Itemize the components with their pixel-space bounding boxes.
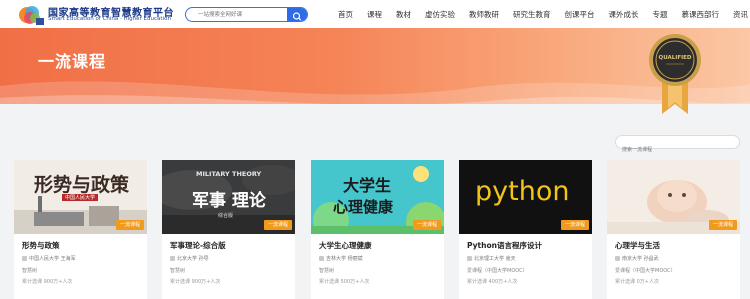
course-school-text: 中国人民大学 王海军 xyxy=(29,256,76,262)
course-name[interactable]: 心理学与生活 xyxy=(615,240,660,251)
course-school: 南京大学 孙昌武 xyxy=(615,255,659,262)
course-enrollment: 累计选课 400万+人次 xyxy=(467,279,518,285)
cover-english-title: MILITARY THEORY xyxy=(196,170,262,178)
course-platform: 智慧树 xyxy=(170,268,186,274)
course-name[interactable]: 大学生心理健康 xyxy=(319,240,372,251)
course-name[interactable]: 形势与政策 xyxy=(22,240,60,251)
top-course-tag: 一流课程 xyxy=(263,220,292,230)
main-nav: 首页 课程 教材 虚仿实验 教师教研 研究生教育 创课平台 课外成长 专题 慕课… xyxy=(338,9,748,20)
top-course-tag: 一流课程 xyxy=(115,220,144,230)
course-school-text: 北京理工大学 嵩天 xyxy=(474,256,516,262)
school-icon xyxy=(170,256,175,261)
banner-wave-decoration xyxy=(0,81,750,116)
cover-title: 形势与政策 xyxy=(34,174,130,196)
platform-logo-icon[interactable] xyxy=(18,4,44,26)
course-school: 吉林大学 杨丽斌 xyxy=(319,255,363,262)
nav-item-textbooks[interactable]: 教材 xyxy=(396,9,411,20)
course-school-text: 吉林大学 杨丽斌 xyxy=(326,256,363,262)
course-name[interactable]: Python语言程序设计 xyxy=(467,240,542,251)
qualified-badge-icon: QUALIFIED xyxy=(649,34,701,114)
course-enrollment: 累计选课 500万+人次 xyxy=(319,279,370,285)
course-name[interactable]: 军事理论-综合版 xyxy=(170,240,226,251)
course-platform: 智慧树 xyxy=(319,268,335,274)
nav-item-course-creation[interactable]: 创课平台 xyxy=(565,9,595,20)
cover-subtitle: 中国人民大学 xyxy=(62,194,99,201)
search-icon xyxy=(292,12,302,21)
nav-item-topics[interactable]: 专题 xyxy=(653,9,668,20)
course-school: 北京大学 孙导 xyxy=(170,255,209,262)
nav-item-graduate-education[interactable]: 研究生教育 xyxy=(513,9,551,20)
course-enrollment: 累计选课 0万+人次 xyxy=(615,279,659,285)
school-icon xyxy=(319,256,324,261)
hero-banner: 一流课程 xyxy=(0,28,750,116)
global-search xyxy=(185,7,308,22)
banner-bottom-fade xyxy=(0,104,750,116)
top-course-tag: 一流课程 xyxy=(708,220,737,230)
top-header: 国家高等教育智慧教育平台 Smart Education of China · … xyxy=(0,0,750,28)
cover-title: python xyxy=(475,176,570,207)
course-school-text: 北京大学 孙导 xyxy=(177,256,209,262)
course-card-2[interactable]: MILITARY THEORY 军事 理论 综合版 一流课程 军事理论-综合版 … xyxy=(162,160,295,299)
course-card-5[interactable]: 一流课程 心理学与生活 南京大学 孙昌武 爱课程（中国大学MOOC） 累计选课 … xyxy=(607,160,740,299)
badge-text: QUALIFIED xyxy=(659,55,692,61)
course-card-1[interactable]: 形势与政策 中国人民大学 一流课程 形势与政策 中国人民大学 王海军 智慧树 累… xyxy=(14,160,147,299)
school-icon xyxy=(467,256,472,261)
course-enrollment: 累计选课 900万+人次 xyxy=(22,279,73,285)
course-school-text: 南京大学 孙昌武 xyxy=(622,256,659,262)
cover-title: 大学生 xyxy=(343,176,392,195)
nav-item-home[interactable]: 首页 xyxy=(338,9,353,20)
cover-subtitle: 综合版 xyxy=(218,213,234,219)
nav-item-extracurricular[interactable]: 课外成长 xyxy=(609,9,639,20)
nav-item-mooc-west[interactable]: 慕课西部行 xyxy=(682,9,720,20)
course-search xyxy=(615,135,740,156)
platform-subtitle: Smart Education of China · Higher Educat… xyxy=(48,16,171,22)
course-platform: 智慧树 xyxy=(22,268,38,274)
nav-item-news[interactable]: 资讯 xyxy=(733,9,748,20)
cover-title: 军事 理论 xyxy=(192,191,266,211)
nav-item-virtual-labs[interactable]: 虚仿实验 xyxy=(425,9,455,20)
course-enrollment: 累计选课 900万+人次 xyxy=(170,279,221,285)
top-course-tag: 一流课程 xyxy=(412,220,441,230)
top-course-tag: 一流课程 xyxy=(560,220,589,230)
nav-item-courses[interactable]: 课程 xyxy=(367,9,382,20)
school-icon xyxy=(615,256,620,261)
course-school: 中国人民大学 王海军 xyxy=(22,255,76,262)
course-card-4[interactable]: python 一流课程 Python语言程序设计 北京理工大学 嵩天 爱课程（中… xyxy=(459,160,592,299)
nav-item-teaching-research[interactable]: 教师教研 xyxy=(469,9,499,20)
course-platform: 爱课程（中国大学MOOC） xyxy=(615,268,676,274)
cover-title-line2: 心理健康 xyxy=(333,198,394,216)
course-platform: 爱课程（中国大学MOOC） xyxy=(467,268,528,274)
global-search-input[interactable] xyxy=(186,8,288,21)
course-card-3[interactable]: 大学生 心理健康 一流课程 大学生心理健康 吉林大学 杨丽斌 智慧树 累计选课 … xyxy=(311,160,444,299)
global-search-button[interactable] xyxy=(287,8,307,21)
course-school: 北京理工大学 嵩天 xyxy=(467,255,516,262)
course-search-input[interactable] xyxy=(616,144,739,156)
banner-title: 一流课程 xyxy=(38,52,107,71)
page: 国家高等教育智慧教育平台 Smart Education of China · … xyxy=(0,0,750,299)
school-icon xyxy=(22,256,27,261)
